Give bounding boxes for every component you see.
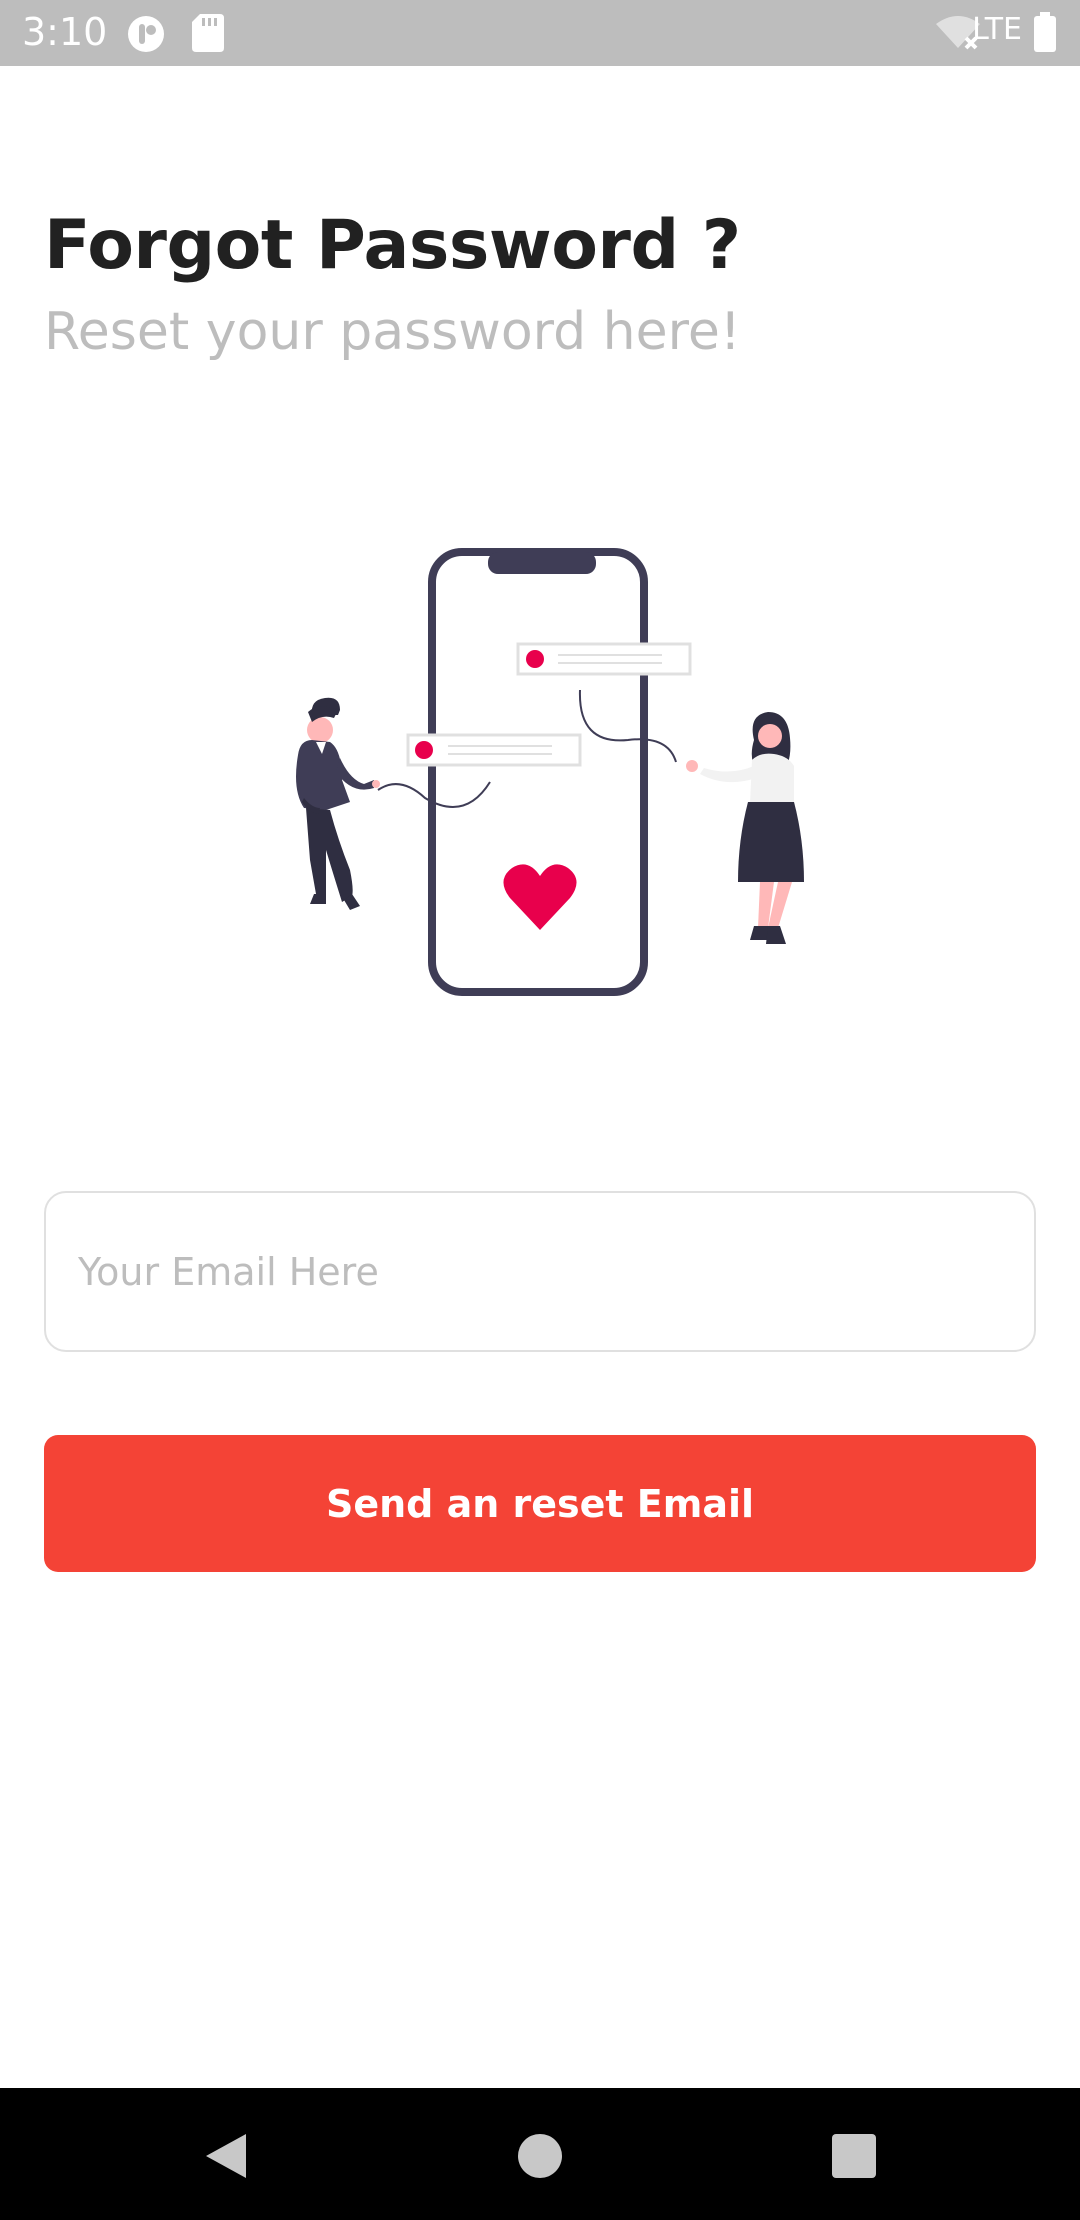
status-bar: 3:10 LTE (0, 0, 1080, 66)
page-subtitle: Reset your password here! (44, 302, 741, 362)
sd-card-icon (192, 14, 224, 52)
man-figure (296, 697, 380, 910)
recents-icon[interactable] (826, 2128, 882, 2184)
send-reset-email-button[interactable]: Send an reset Email (44, 1435, 1036, 1572)
home-icon[interactable] (512, 2128, 568, 2184)
navigation-bar (0, 2088, 1080, 2220)
notification-app-icon (128, 16, 164, 52)
message-card-top (516, 642, 692, 676)
forgot-password-illustration (296, 548, 804, 996)
email-input[interactable] (44, 1191, 1036, 1352)
network-type-label: LTE (972, 12, 1022, 47)
status-time: 3:10 (22, 10, 108, 54)
back-icon[interactable] (198, 2128, 254, 2184)
woman-figure (686, 712, 804, 944)
message-card-bottom (406, 733, 582, 767)
battery-icon (1034, 12, 1056, 52)
page-title: Forgot Password ? (44, 206, 741, 285)
